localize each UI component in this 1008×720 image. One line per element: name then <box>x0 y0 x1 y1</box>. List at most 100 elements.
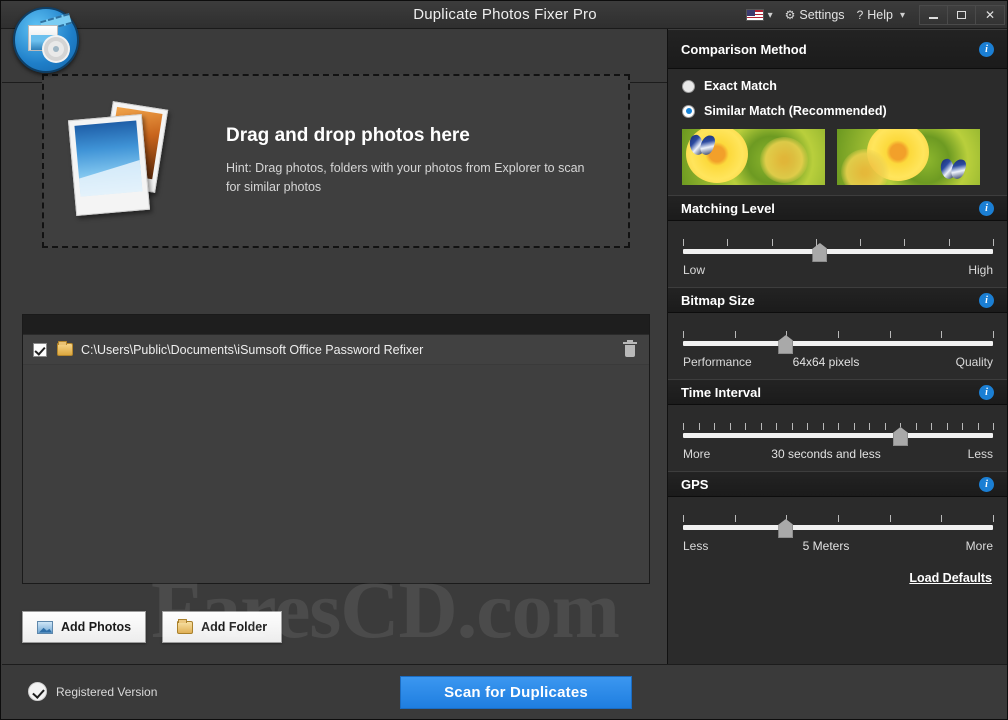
sample-thumbnail-right <box>837 129 980 185</box>
slider-tick <box>962 423 963 430</box>
registered-label: Registered Version <box>56 684 158 699</box>
drop-zone-hint: Hint: Drag photos, folders with your pho… <box>226 160 585 194</box>
gps-slider[interactable]: Less 5 Meters More <box>668 497 1007 563</box>
add-buttons-row: Add Photos Add Folder <box>22 611 283 643</box>
chevron-down-icon: ▾ <box>767 9 773 21</box>
slider-tick <box>884 423 886 430</box>
bitmap-size-header: Bitmap Size i <box>668 287 1007 313</box>
slider-labels: Low High <box>683 263 993 281</box>
slider-tick <box>889 515 891 522</box>
section-title: Matching Level <box>681 200 775 216</box>
section-title: Bitmap Size <box>681 292 755 308</box>
time-interval-header: Time Interval i <box>668 379 1007 405</box>
sample-thumbnails <box>682 129 994 189</box>
option-exact-match[interactable]: Exact Match <box>682 79 994 93</box>
slider-tick <box>734 515 736 522</box>
option-label: Exact Match <box>704 79 777 93</box>
file-list: C:\Users\Public\Documents\iSumsoft Offic… <box>22 314 650 584</box>
matching-level-slider[interactable]: Low High <box>668 221 1007 287</box>
slider-tick <box>860 239 862 246</box>
slider-tick <box>838 331 839 338</box>
comparison-method-header: Comparison Method i <box>668 29 1007 69</box>
drop-zone-title: Drag and drop photos here <box>226 124 470 146</box>
title-bar-controls: ▾ ⚙ Settings ? Help ▾ ✕ <box>745 1 1005 29</box>
slider-tick <box>931 423 932 430</box>
slider-tick <box>838 423 839 430</box>
slider-tick <box>904 239 906 246</box>
slider-value-label: 5 Meters <box>802 539 850 553</box>
folder-icon <box>177 618 194 634</box>
slider-value-label: 30 seconds and less <box>771 447 881 461</box>
settings-label: Settings <box>799 8 845 22</box>
scan-for-duplicates-button[interactable]: Scan for Duplicates <box>400 676 632 709</box>
slider-ticks <box>683 239 994 246</box>
slider-tick <box>869 423 870 430</box>
slider-tick <box>993 331 994 338</box>
add-photos-button[interactable]: Add Photos <box>22 611 147 643</box>
slider-tick <box>948 239 950 246</box>
slider-tick <box>993 423 994 430</box>
radio-icon-selected[interactable] <box>682 104 695 118</box>
section-title: Time Interval <box>681 384 761 400</box>
slider-tick <box>977 423 979 430</box>
slider-tick <box>815 239 817 246</box>
slider-tick <box>853 423 855 430</box>
info-icon[interactable]: i <box>979 476 994 492</box>
minimize-button[interactable] <box>920 6 948 24</box>
bitmap-size-slider[interactable]: Performance 64x64 pixels Quality <box>668 313 1007 379</box>
gear-icon: ⚙ <box>784 8 796 22</box>
file-list-header <box>23 315 649 335</box>
slider-tick <box>915 423 917 430</box>
time-interval-slider[interactable]: More 30 seconds and less Less <box>668 405 1007 471</box>
info-icon[interactable]: i <box>979 292 994 308</box>
slider-tick <box>683 239 684 246</box>
info-icon[interactable]: i <box>979 384 994 400</box>
info-icon[interactable]: i <box>979 200 994 216</box>
table-row[interactable]: C:\Users\Public\Documents\iSumsoft Offic… <box>23 335 649 365</box>
application-window: Duplicate Photos Fixer Pro ▾ ⚙ Settings … <box>0 0 1008 720</box>
slider-track[interactable] <box>683 427 993 446</box>
section-title: GPS <box>681 476 709 492</box>
help-button[interactable]: ? Help ▾ <box>851 8 911 22</box>
row-checkbox[interactable] <box>33 342 47 357</box>
drop-zone-text: Drag and drop photos here Hint: Drag pho… <box>226 125 596 198</box>
check-circle-icon <box>28 682 47 701</box>
slider-tick <box>941 515 943 522</box>
settings-button[interactable]: ⚙ Settings <box>779 8 851 22</box>
close-button[interactable]: ✕ <box>976 6 1004 24</box>
section-title: Comparison Method <box>681 41 807 57</box>
slider-track[interactable] <box>683 335 993 354</box>
slider-tick <box>941 331 943 338</box>
slider-tick <box>745 423 746 430</box>
us-flag-icon <box>745 9 764 21</box>
maximize-button[interactable] <box>948 6 976 24</box>
slider-tick <box>698 423 700 430</box>
slider-track[interactable] <box>683 243 993 262</box>
trash-icon[interactable] <box>623 339 637 358</box>
slider-value-label: 64x64 pixels <box>792 355 860 369</box>
slider-tick <box>771 239 773 246</box>
info-icon[interactable]: i <box>979 41 994 57</box>
slider-max-label: High <box>968 263 993 277</box>
image-icon <box>37 620 53 634</box>
slider-labels: More 30 seconds and less Less <box>683 447 993 465</box>
registration-status: Registered Version <box>28 682 157 701</box>
option-label: Similar Match (Recommended) <box>704 104 887 118</box>
add-folder-button[interactable]: Add Folder <box>162 611 283 643</box>
title-bar: Duplicate Photos Fixer Pro ▾ ⚙ Settings … <box>1 1 1007 29</box>
load-defaults-link[interactable]: Load Defaults <box>909 571 992 585</box>
comparison-method-body: Exact Match Similar Match (Recommended) <box>668 69 1007 195</box>
slider-tick <box>683 515 684 522</box>
radio-icon[interactable] <box>682 79 695 93</box>
slider-track[interactable] <box>683 519 993 538</box>
slider-tick <box>734 331 736 338</box>
drop-zone[interactable]: Drag and drop photos here Hint: Drag pho… <box>42 74 630 248</box>
option-similar-match[interactable]: Similar Match (Recommended) <box>682 104 994 118</box>
slider-tick <box>807 423 808 430</box>
slider-tick <box>822 423 824 430</box>
slider-tick <box>838 515 839 522</box>
sample-thumbnail-left <box>682 129 825 185</box>
language-selector[interactable]: ▾ <box>745 9 779 21</box>
matching-level-header: Matching Level i <box>668 195 1007 221</box>
slider-tick <box>683 423 684 430</box>
